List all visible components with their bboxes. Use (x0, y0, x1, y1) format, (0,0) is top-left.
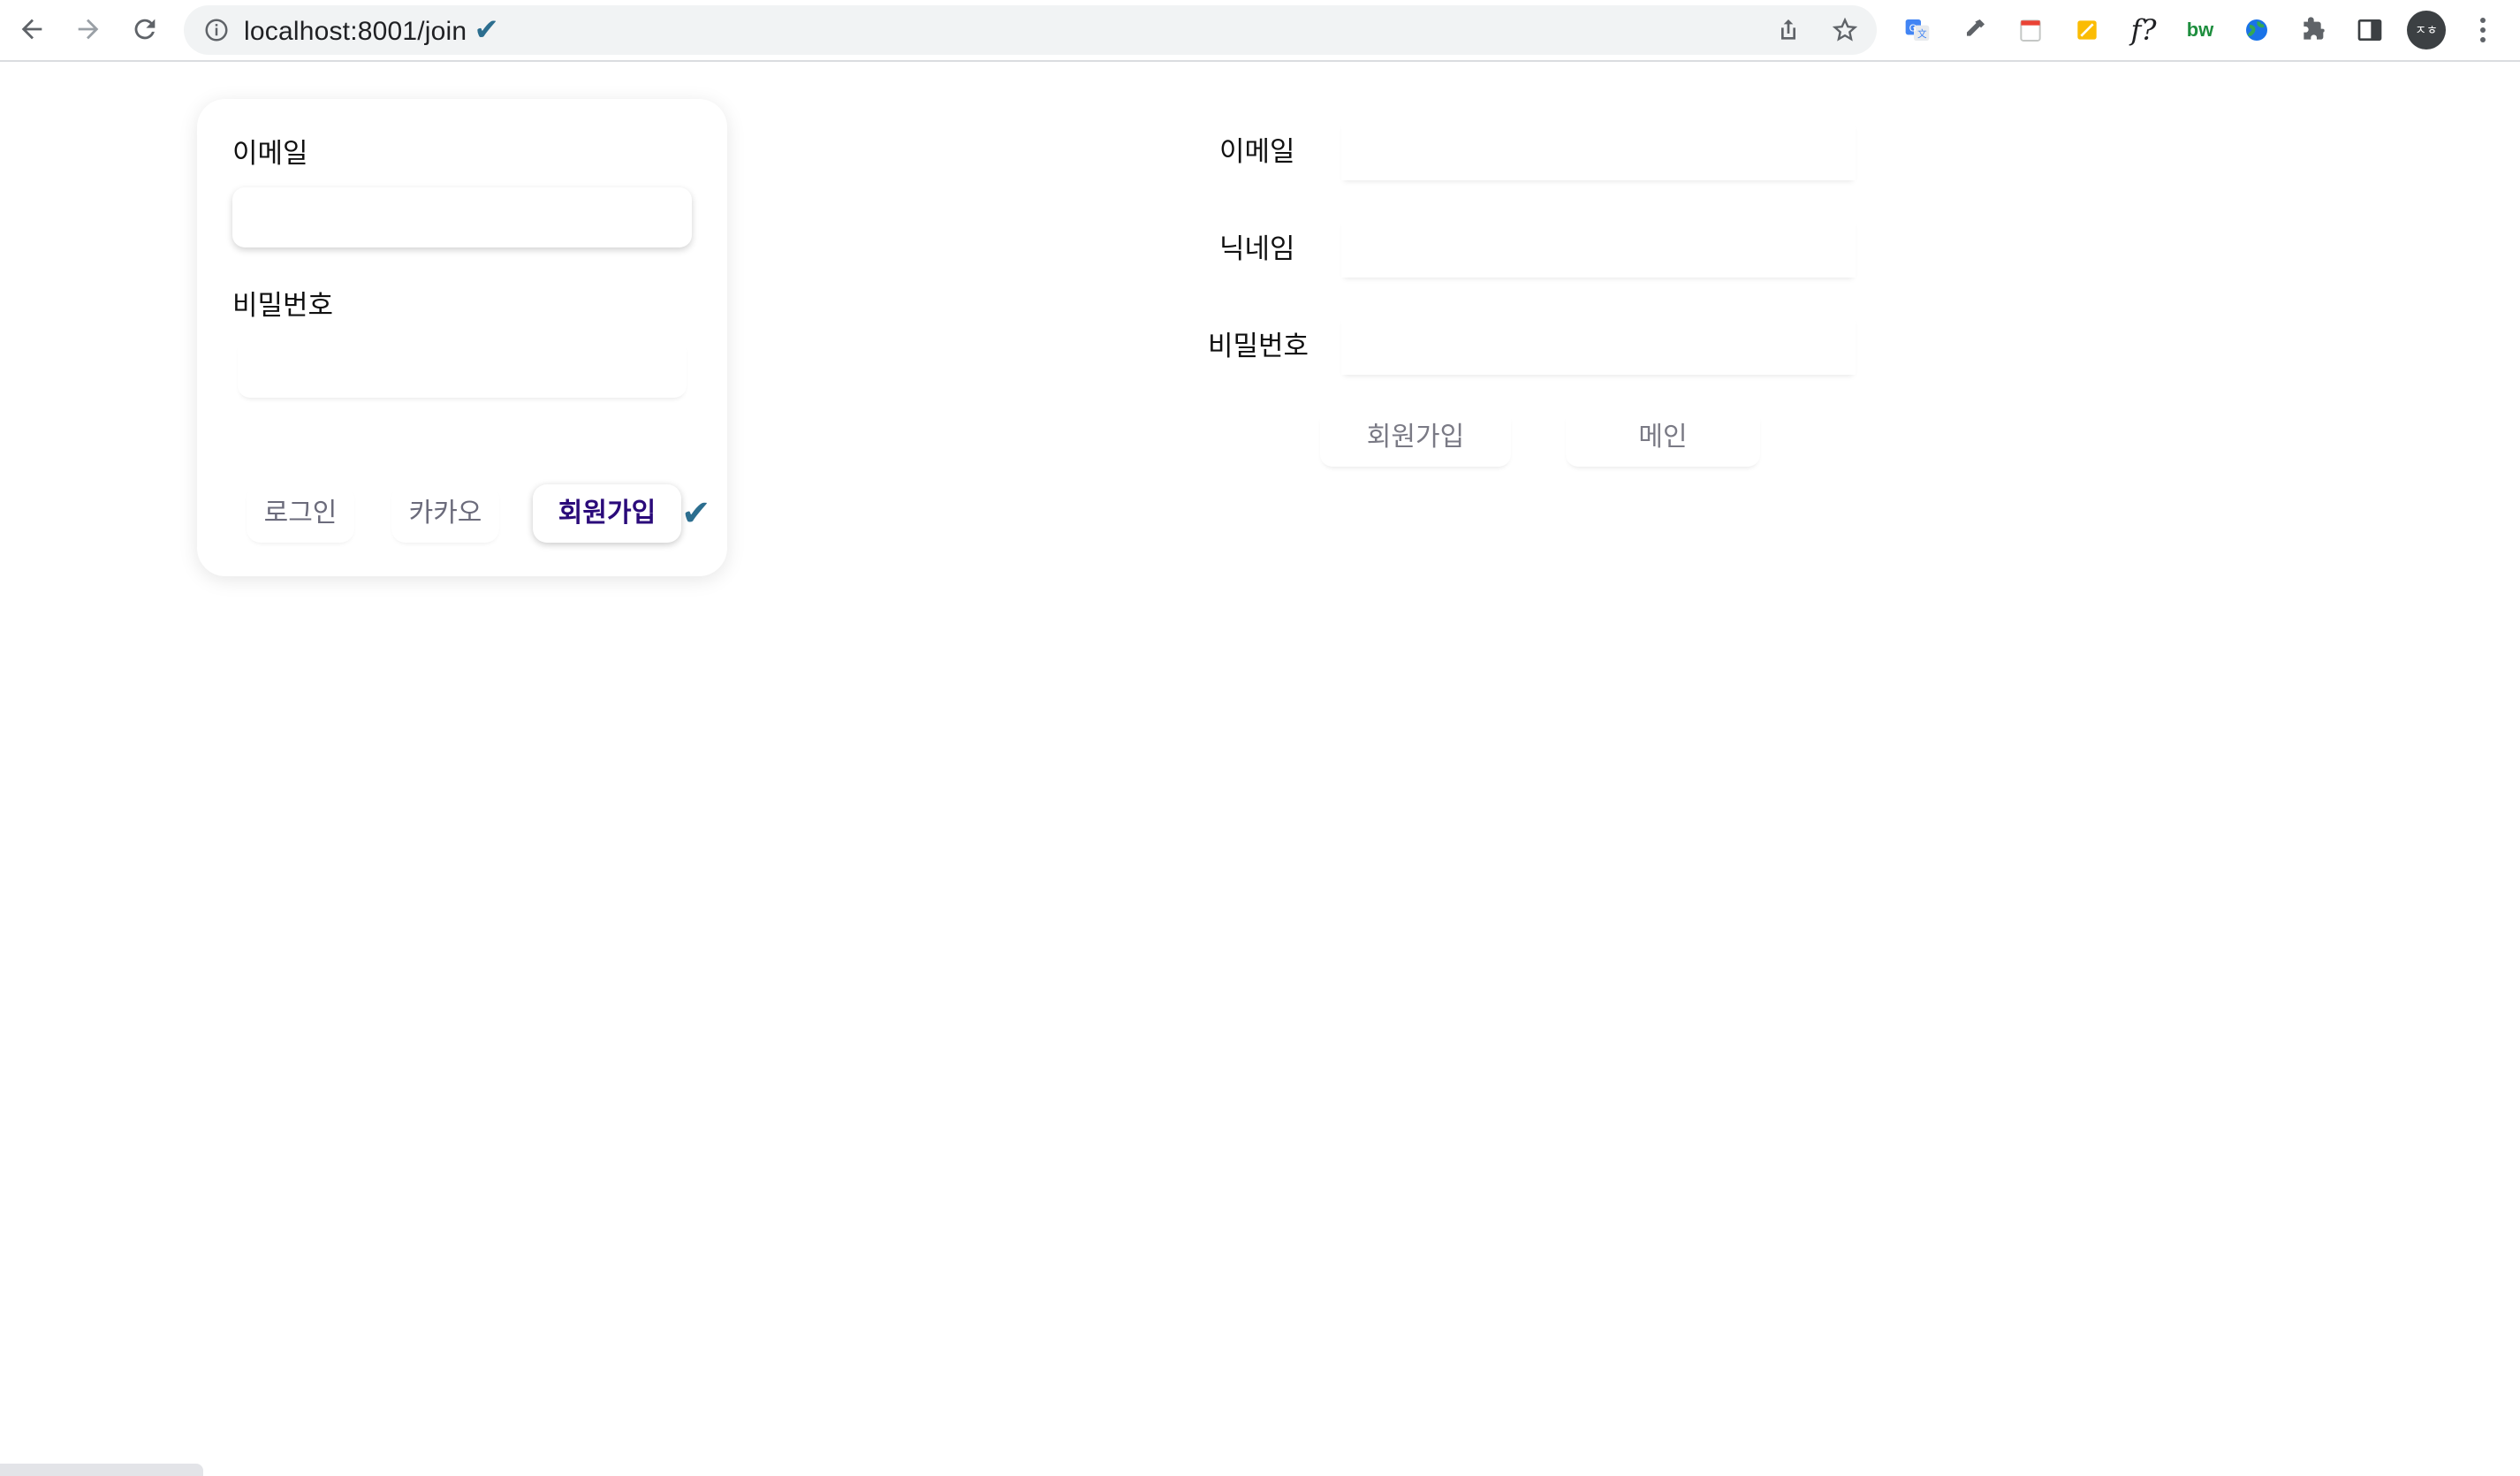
join-check-icon: ✔ (681, 493, 711, 534)
back-button[interactable] (12, 10, 51, 49)
browser-menu-icon[interactable] (2467, 11, 2499, 49)
share-icon[interactable] (1774, 16, 1803, 44)
bw-icon[interactable]: bw (2182, 12, 2218, 48)
join-password-label: 비밀번호 (1208, 331, 1309, 361)
info-icon[interactable] (203, 17, 230, 43)
font-finder-icon[interactable]: f? (2126, 12, 2161, 48)
calendar-icon[interactable] (2013, 12, 2048, 48)
browser-toolbar: localhost:8001/join ✔ G文 f? bw ㅈㅎ (0, 0, 2520, 62)
kakao-button[interactable]: 카카오 (391, 484, 499, 543)
url-value: localhost:8001/join (244, 17, 467, 46)
join-password-input[interactable] (1341, 316, 1856, 375)
login-password-label: 비밀번호 (232, 290, 334, 321)
notes-icon[interactable] (2069, 12, 2105, 48)
google-translate-icon[interactable]: G文 (1900, 12, 1935, 48)
login-button[interactable]: 로그인 (247, 484, 354, 543)
url-text[interactable]: localhost:8001/join ✔ (244, 5, 499, 55)
reload-icon (134, 19, 156, 40)
join-email-label: 이메일 (1219, 136, 1295, 167)
arrow-right-icon (78, 19, 99, 40)
puzzle-icon[interactable] (2296, 12, 2331, 48)
arrow-left-icon (21, 19, 42, 40)
join-nickname-label: 닉네임 (1219, 233, 1295, 264)
reload-button[interactable] (125, 10, 164, 49)
svg-text:文: 文 (1917, 28, 1927, 40)
side-panel-icon[interactable] (2352, 12, 2387, 48)
signup-submit-button[interactable]: 회원가입 (1320, 408, 1511, 467)
address-bar[interactable]: localhost:8001/join ✔ (184, 5, 1877, 55)
svg-text:G: G (1909, 22, 1917, 34)
forward-button[interactable] (69, 10, 108, 49)
login-email-input[interactable] (232, 187, 692, 247)
join-email-input[interactable] (1341, 122, 1856, 180)
eyedropper-icon[interactable] (1956, 12, 1992, 48)
bookmark-star-icon[interactable] (1831, 16, 1859, 44)
join-button[interactable]: 회원가입 (533, 484, 681, 543)
profile-avatar[interactable]: ㅈㅎ (2407, 11, 2446, 49)
url-check-icon: ✔ (474, 12, 500, 48)
join-nickname-input[interactable] (1341, 219, 1856, 278)
login-card: 이메일 비밀번호 로그인 카카오 회원가입 ✔ (197, 99, 727, 576)
status-bar (0, 1464, 203, 1476)
globe-icon[interactable] (2239, 12, 2274, 48)
login-password-input[interactable] (238, 338, 687, 398)
login-email-label: 이메일 (232, 138, 308, 169)
main-button[interactable]: 메인 (1566, 408, 1760, 467)
